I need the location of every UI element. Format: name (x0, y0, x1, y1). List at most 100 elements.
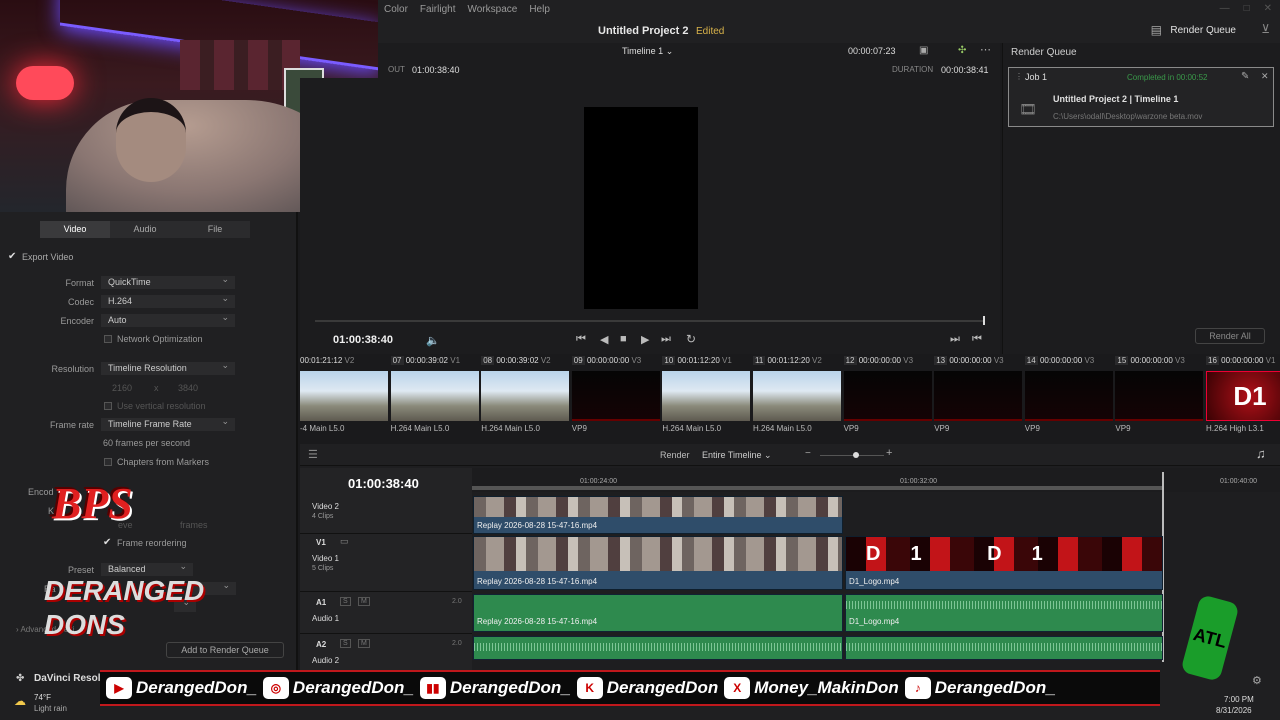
render-job[interactable]: ⋮ Job 1 Completed in 00:00:52 ✎ ✕ 🎞 Unti… (1008, 67, 1274, 127)
youtube-icon: ▶ (106, 677, 132, 699)
media-clip[interactable]: 13 00:00:00:00 V3 VP9 (934, 354, 1024, 442)
collapse-icon[interactable]: ⊻ (1261, 22, 1270, 36)
music-note-icon[interactable]: ♫ (1256, 446, 1266, 461)
frame-reorder-checkbox[interactable]: ✔ (103, 537, 111, 548)
weather-temp[interactable]: 74°F (34, 693, 51, 702)
codec-select[interactable]: H.264 (101, 292, 235, 308)
solo-button[interactable]: S (340, 639, 351, 648)
prev-mark-icon[interactable]: ⏮ (972, 333, 982, 346)
format-select[interactable]: QuickTime (101, 273, 235, 289)
media-clip[interactable]: 09 00:00:00:00 V3 VP9 (571, 354, 662, 442)
tab-video[interactable]: Video (40, 221, 110, 238)
first-frame-icon[interactable]: ⏮ (576, 333, 586, 346)
remove-job-icon[interactable]: ✕ (1261, 71, 1269, 82)
menu-workspace[interactable]: Workspace (467, 4, 517, 15)
tab-file[interactable]: File (180, 221, 250, 238)
track-header-audio2[interactable]: A2 S M 2.0 Audio 2 (300, 636, 472, 670)
audio-clip-a1[interactable]: Replay 2026-08-28 15-47-16.mp4 (473, 594, 843, 632)
stop-icon[interactable]: ■ (620, 333, 627, 345)
video-viewer[interactable] (300, 78, 1000, 318)
audio-clip-a2-logo[interactable] (845, 636, 1163, 660)
close-icon[interactable]: ✕ (1264, 3, 1272, 14)
color-picker-icon[interactable]: ✣ (958, 45, 966, 56)
edit-icon[interactable]: ✎ (1241, 71, 1249, 82)
track-id: V1 (316, 538, 326, 547)
wall-posters (180, 40, 300, 90)
chapters-checkbox[interactable] (104, 458, 112, 466)
next-mark-icon[interactable]: ⏭ (950, 333, 960, 346)
timeline-options-icon[interactable]: ☰ (308, 448, 318, 461)
play-icon[interactable]: ▶ (641, 333, 649, 346)
clip-track: V2 (344, 356, 355, 365)
media-clip[interactable]: 10 00:01:12:20 V1 H.264 Main L5.0 (662, 354, 752, 442)
menu-fairlight[interactable]: Fairlight (420, 4, 456, 15)
zoom-in-icon[interactable]: + (886, 447, 892, 459)
tab-audio[interactable]: Audio (110, 221, 180, 238)
mute-button[interactable]: M (358, 639, 370, 648)
media-clip[interactable]: 16 00:00:00:00 V1 D1 H.264 High L3.1 (1206, 354, 1280, 442)
export-video-checkbox[interactable]: ✔ (8, 251, 16, 262)
render-queue-button[interactable]: Render Queue (1170, 25, 1236, 36)
zoom-out-icon[interactable]: − (805, 448, 811, 459)
menu-help[interactable]: Help (529, 4, 550, 15)
framerate-select[interactable]: Timeline Frame Rate (101, 415, 235, 431)
scrubber[interactable] (315, 320, 985, 322)
last-frame-icon[interactable]: ⏭ (661, 333, 671, 346)
clock-time[interactable]: 7:00 PM (1224, 695, 1254, 704)
timeline-clip-logo[interactable]: D1 D1 D1 D1 D1 D1_Logo.mp4 (845, 536, 1163, 590)
track-header-video2[interactable]: Video 2 4 Clips (300, 498, 472, 534)
vertical-res-checkbox[interactable] (104, 402, 112, 410)
clip-timecode: 00:00:00:00 (586, 356, 630, 365)
social-handle-text: Money_MakinDon (754, 678, 899, 697)
lock-icon[interactable]: ▭ (340, 536, 349, 547)
audio-clip-a1-logo[interactable]: D1_Logo.mp4 (845, 594, 1163, 632)
media-clip[interactable]: 00:01:21:12 V2 -4 Main L5.0 (300, 354, 390, 442)
media-clip[interactable]: 11 00:01:12:20 V2 H.264 Main L5.0 (753, 354, 843, 442)
height-field[interactable]: 3840 (178, 383, 198, 393)
audio-clip-a2[interactable] (473, 636, 843, 660)
loop-icon[interactable]: ↻ (686, 332, 696, 346)
media-clip[interactable]: 15 00:00:00:00 V3 VP9 (1115, 354, 1205, 442)
encoder-select[interactable]: Auto (101, 311, 235, 327)
timeline-ruler[interactable]: 01:00:24:00 01:00:32:00 01:00:40:00 (472, 468, 1280, 492)
timeline-clip-v1[interactable]: Replay 2026-08-28 15-47-16.mp4 (473, 536, 843, 590)
clip-thumbnails (474, 497, 842, 517)
settings-gear-icon[interactable]: ⚙ (1252, 674, 1262, 687)
render-all-button[interactable]: Render All (1195, 328, 1265, 344)
volume-icon[interactable]: 🔈 (426, 334, 440, 347)
viewer-timecode-top: 00:00:07:23 (848, 46, 896, 56)
add-to-render-queue-button[interactable]: Add to Render Queue (166, 642, 284, 658)
kick-icon: K (576, 677, 603, 699)
viewer-options-icon[interactable]: ▣ (919, 45, 928, 56)
network-opt-checkbox[interactable] (104, 335, 112, 343)
media-clip[interactable]: 12 00:00:00:00 V3 VP9 (843, 354, 934, 442)
track-header-video1[interactable]: V1 ▭ Video 1 5 Clips (300, 536, 472, 592)
twitch-icon: ▮▮ (419, 677, 446, 699)
timeline-selector[interactable]: Timeline 1 ⌄ (622, 46, 673, 57)
solo-button[interactable]: S (340, 597, 351, 606)
ruler-label: 01:00:32:00 (900, 478, 937, 485)
width-field[interactable]: 2160 (112, 383, 132, 393)
render-range-select[interactable]: Entire Timeline ⌄ (702, 450, 772, 461)
menu-color[interactable]: Color (384, 4, 408, 15)
zoom-handle[interactable] (853, 452, 859, 458)
track-sub: 5 Clips (312, 565, 334, 572)
timeline-clip-v2[interactable]: Replay 2026-08-28 15-47-16.mp4 (473, 496, 843, 534)
mute-button[interactable]: M (358, 597, 370, 606)
framerate-label: Frame rate (49, 420, 94, 430)
media-clip[interactable]: 14 00:00:00:00 V3 VP9 (1024, 354, 1115, 442)
maximize-icon[interactable]: □ (1244, 3, 1250, 14)
davinci-logo-icon[interactable]: ✤ (16, 673, 24, 684)
media-clip[interactable]: 07 00:00:39:02 V1 H.264 Main L5.0 (390, 354, 481, 442)
zoom-slider[interactable] (820, 455, 884, 456)
more-icon[interactable]: ⋯ (980, 43, 991, 56)
reverse-icon[interactable]: ◀ (600, 333, 608, 346)
playhead[interactable] (983, 316, 985, 325)
clip-thumbnail (662, 371, 751, 421)
resolution-select[interactable]: Timeline Resolution (101, 359, 235, 375)
minimize-icon[interactable]: — (1220, 3, 1230, 14)
weather-icon[interactable]: ☁ (14, 694, 26, 708)
render-queue-panel: Render Queue ⋮ Job 1 Completed in 00:00:… (1002, 43, 1280, 354)
media-clip[interactable]: 08 00:00:39:02 V2 H.264 Main L5.0 (481, 354, 571, 442)
track-header-audio1[interactable]: A1 S M 2.0 Audio 1 (300, 594, 472, 634)
